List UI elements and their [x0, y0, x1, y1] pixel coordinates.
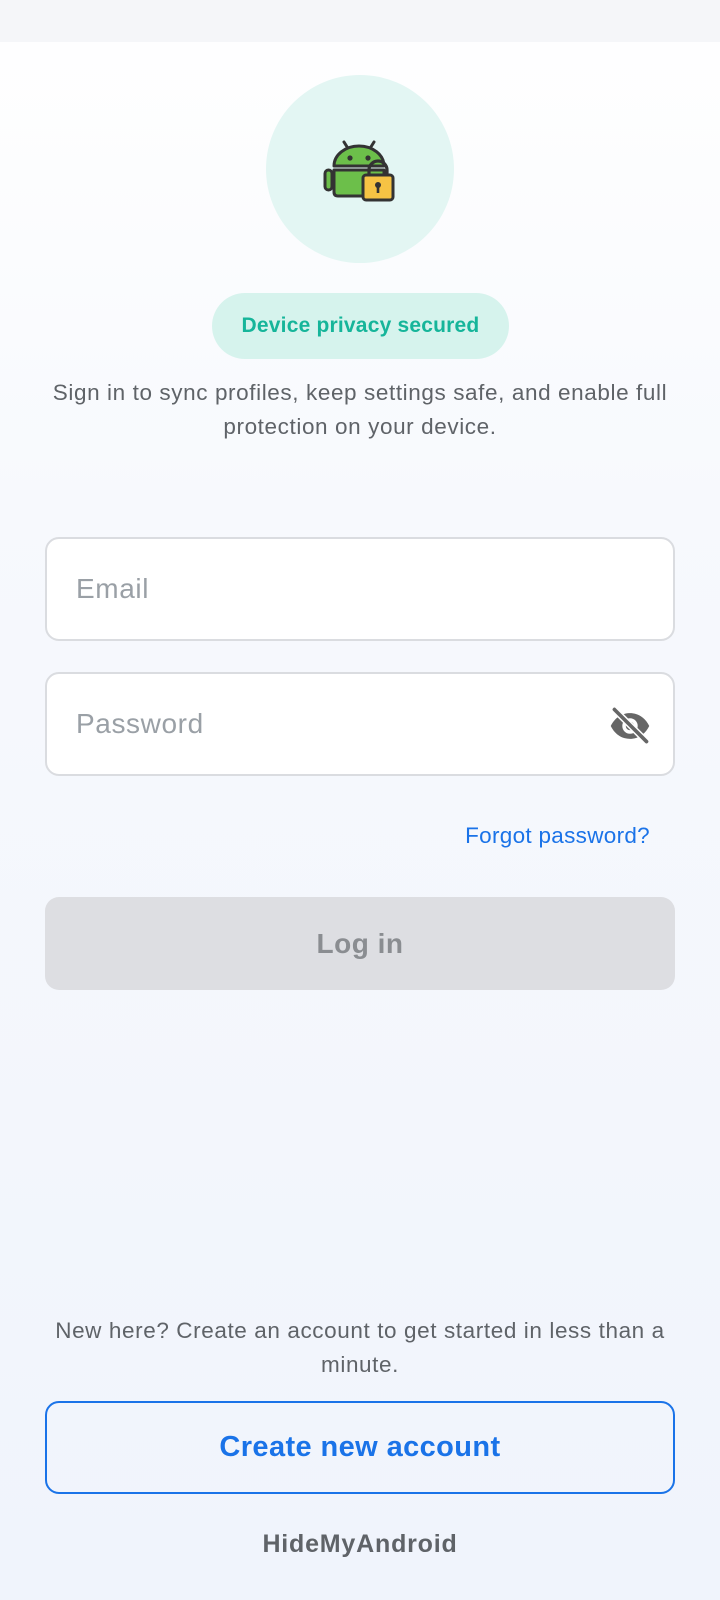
privacy-status-badge: Device privacy secured	[212, 293, 509, 359]
status-bar	[0, 0, 720, 42]
login-button-label: Log in	[316, 927, 404, 959]
signin-description: Sign in to sync profiles, keep settings …	[52, 380, 668, 439]
password-placeholder: Password	[76, 708, 204, 739]
eye-off-icon[interactable]	[607, 703, 653, 749]
create-account-label: Create new account	[219, 1431, 501, 1463]
forgot-password-link[interactable]: Forgot password?	[465, 823, 650, 849]
privacy-status-label: Device privacy secured	[241, 314, 480, 337]
android-lock-icon	[322, 132, 398, 207]
signup-prompt: New here? Create an account to get start…	[55, 1318, 665, 1377]
hero-badge-circle	[266, 75, 454, 263]
app-brand-name: HideMyAndroid	[262, 1530, 458, 1558]
create-account-button[interactable]: Create new account	[45, 1401, 675, 1494]
password-field[interactable]: Password	[45, 672, 675, 776]
login-button[interactable]: Log in	[45, 897, 675, 990]
email-placeholder: Email	[76, 573, 150, 604]
email-field[interactable]: Email	[45, 537, 675, 641]
